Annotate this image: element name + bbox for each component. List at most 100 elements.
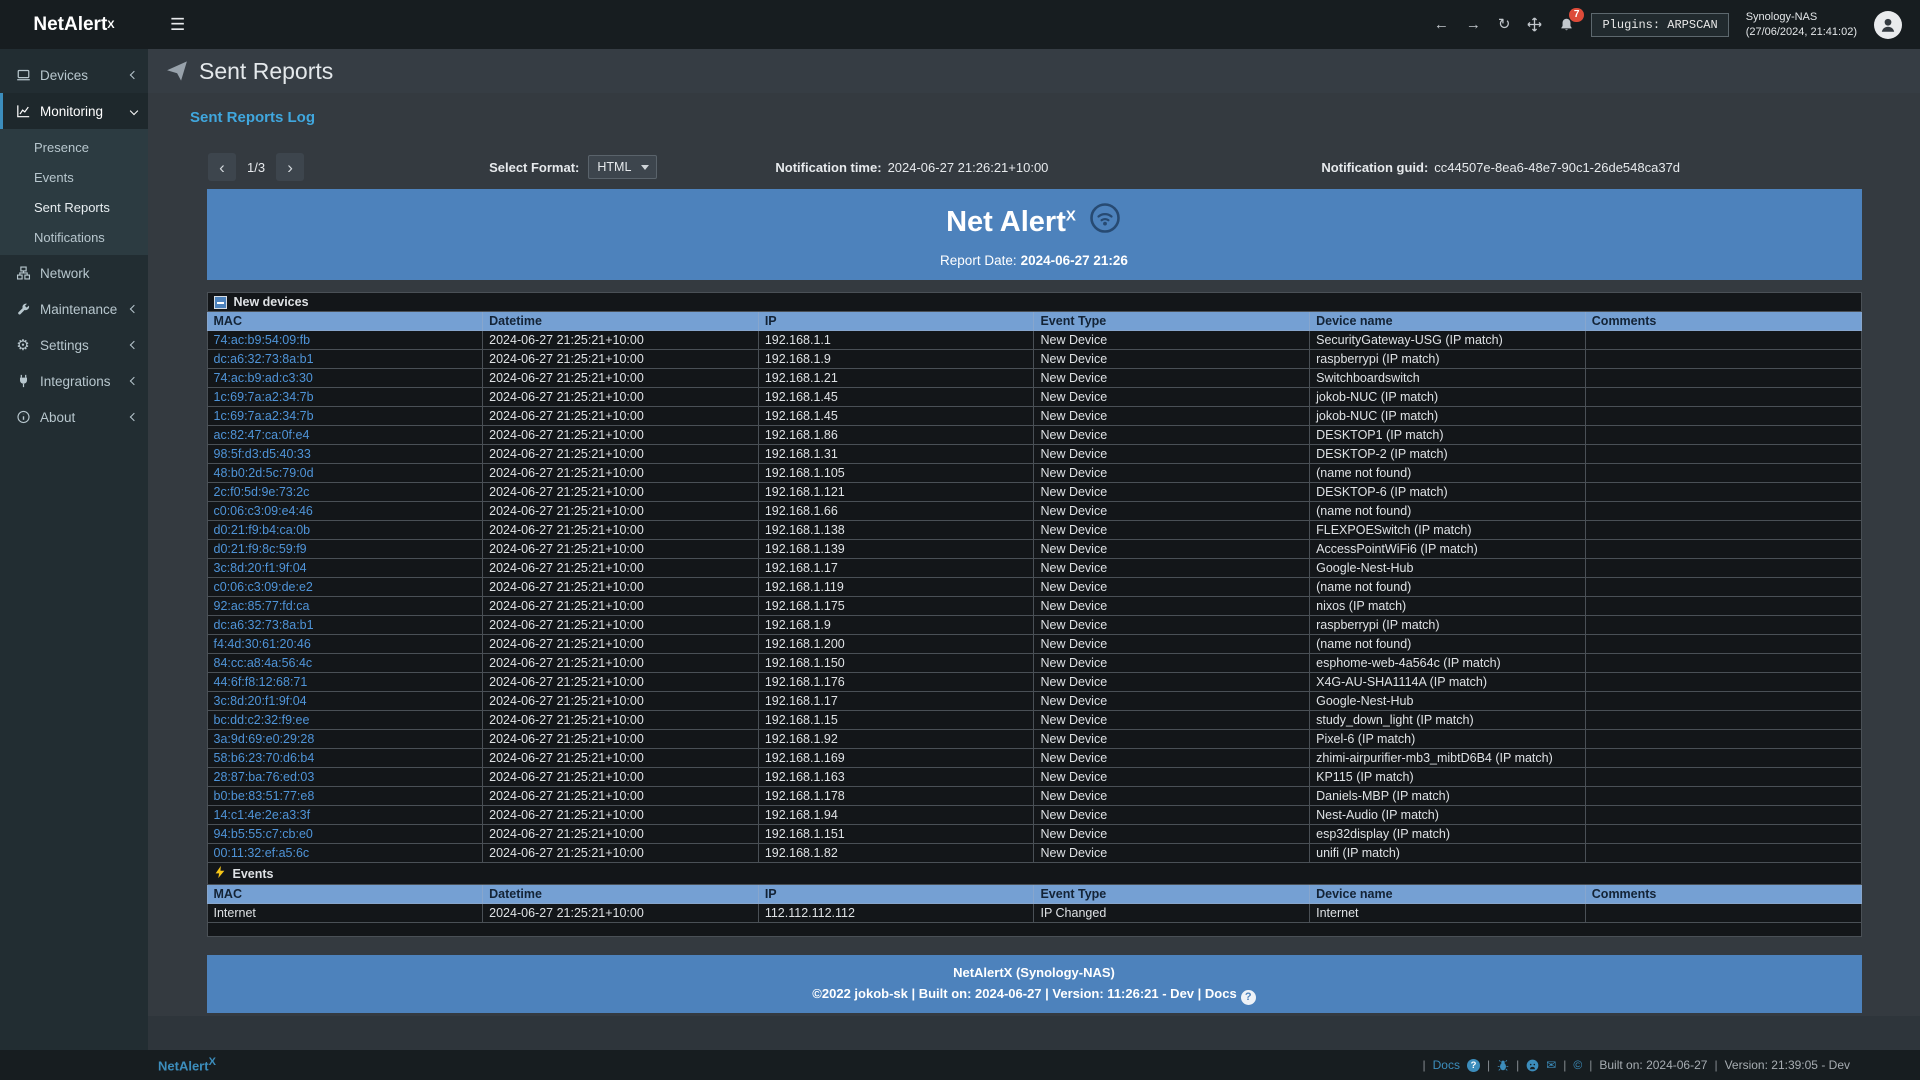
events-body: Internet2024-06-27 21:25:21+10:00112.112… [207,904,1861,923]
plugins-badge[interactable]: Plugins: ARPSCAN [1591,13,1728,37]
notification-guid: Notification guid:cc44507e-8ea6-48e7-90c… [1321,160,1680,175]
cell: 2024-06-27 21:25:21+10:00 [483,350,759,369]
github-icon[interactable] [1526,1059,1539,1072]
table-row: dc:a6:32:73:8a:b12024-06-27 21:25:21+10:… [207,350,1861,369]
cell: 2024-06-27 21:25:21+10:00 [483,673,759,692]
forward-icon[interactable]: → [1466,17,1481,32]
column-header: Datetime [483,312,759,331]
format-select[interactable]: HTML [588,155,657,179]
mac-cell[interactable]: b0:be:83:51:77:e8 [207,787,483,806]
events-section-row: Events [207,863,1861,885]
page-title: Sent Reports [199,58,333,85]
main-content: Sent Reports Sent Reports Log ‹ 1/3 › Se… [148,49,1920,1050]
sidebar-item-events[interactable]: Events [0,162,148,192]
mac-cell[interactable]: 74:ac:b9:ad:c3:30 [207,369,483,388]
mac-cell[interactable]: 2c:f0:5d:9e:73:2c [207,483,483,502]
cell: New Device [1034,502,1310,521]
mac-cell[interactable]: 1c:69:7a:a2:34:7b [207,388,483,407]
cell: KP115 (IP match) [1310,768,1586,787]
table-row: 44:6f:f8:12:68:712024-06-27 21:25:21+10:… [207,673,1861,692]
sidebar-item-notifications[interactable]: Notifications [0,222,148,252]
cell: New Device [1034,768,1310,787]
sidebar-item-devices[interactable]: Devices [0,57,148,93]
mac-cell[interactable]: 92:ac:85:77:fd:ca [207,597,483,616]
sidebar-item-monitoring[interactable]: Monitoring [0,93,148,129]
mac-cell[interactable]: d0:21:f9:8c:59:f9 [207,540,483,559]
sidebar-item-label: Integrations [40,374,111,389]
cell: 192.168.1.9 [758,350,1034,369]
back-icon[interactable]: ← [1434,17,1449,32]
copyright-icon[interactable]: © [1573,1058,1582,1072]
cell: Google-Nest-Hub [1310,692,1586,711]
mac-cell[interactable]: 74:ac:b9:54:09:fb [207,331,483,350]
mac-cell[interactable]: ac:82:47:ca:0f:e4 [207,426,483,445]
cell: 2024-06-27 21:25:21+10:00 [483,825,759,844]
sidebar-item-about[interactable]: About [0,399,148,435]
section-title: New devices [234,295,309,309]
notification-time: Notification time:2024-06-27 21:26:21+10… [775,160,1048,175]
sidebar-item-settings[interactable]: ⚙ Settings [0,327,148,363]
monitoring-icon [15,104,31,118]
mac-cell[interactable]: dc:a6:32:73:8a:b1 [207,616,483,635]
sidebar-item-sent-reports[interactable]: Sent Reports [0,192,148,222]
paper-plane-icon [166,60,188,82]
mac-cell[interactable]: 28:87:ba:76:ed:03 [207,768,483,787]
mac-cell[interactable]: 44:6f:f8:12:68:71 [207,673,483,692]
move-icon[interactable] [1527,17,1542,32]
mac-cell[interactable]: c0:06:c3:09:de:e2 [207,578,483,597]
cell: 192.168.1.92 [758,730,1034,749]
cell: 2024-06-27 21:25:21+10:00 [483,904,759,923]
host-time: (27/06/2024, 21:41:02) [1746,25,1857,39]
cell [1585,787,1861,806]
cell [1585,540,1861,559]
envelope-icon[interactable]: ✉ [1546,1058,1556,1072]
mac-cell[interactable]: 1c:69:7a:a2:34:7b [207,407,483,426]
help-glyph: ? [1471,1060,1477,1071]
mac-cell[interactable]: Internet [207,904,483,923]
sidebar-item-presence[interactable]: Presence [0,132,148,162]
docs-link[interactable]: Docs [1433,1058,1460,1072]
mac-cell[interactable]: 14:c1:4e:2e:a3:3f [207,806,483,825]
cell: study_down_light (IP match) [1310,711,1586,730]
bug-report-icon[interactable] [1497,1059,1509,1071]
sent-reports-log-link[interactable]: Sent Reports Log [190,109,315,126]
footer-brand-link[interactable]: NetAlertX [158,1056,216,1073]
mac-cell[interactable]: 58:b6:23:70:d6:b4 [207,749,483,768]
user-avatar[interactable] [1874,11,1902,39]
devices-icon [15,68,31,82]
chevron-left-icon [130,377,138,385]
column-header-row: MACDatetimeIPEvent TypeDevice nameCommen… [207,312,1861,331]
mac-cell[interactable]: 3c:8d:20:f1:9f:04 [207,559,483,578]
mac-cell[interactable]: 3a:9d:69:e0:29:28 [207,730,483,749]
mac-cell[interactable]: 98:5f:d3:d5:40:33 [207,445,483,464]
cell: 2024-06-27 21:25:21+10:00 [483,502,759,521]
sidebar-item-integrations[interactable]: Integrations [0,363,148,399]
sidebar-item-label: Settings [40,338,89,353]
sidebar-item-maintenance[interactable]: Maintenance [0,291,148,327]
brand-logo[interactable]: NetAlertX [0,0,148,49]
mac-cell[interactable]: 94:b5:55:c7:cb:e0 [207,825,483,844]
mac-cell[interactable]: bc:dd:c2:32:f9:ee [207,711,483,730]
cell [1585,559,1861,578]
cell [1585,749,1861,768]
mac-cell[interactable]: d0:21:f9:b4:ca:0b [207,521,483,540]
mac-cell[interactable]: 00:11:32:ef:a5:6c [207,844,483,863]
mac-cell[interactable]: 48:b0:2d:5c:79:0d [207,464,483,483]
monitoring-submenu: Presence Events Sent Reports Notificatio… [0,129,148,255]
notifications-bell-icon[interactable]: 7 [1559,17,1574,33]
notification-count-badge: 7 [1569,8,1585,22]
mac-cell[interactable]: c0:06:c3:09:e4:46 [207,502,483,521]
sidebar-item-network[interactable]: Network [0,255,148,291]
column-header: IP [758,312,1034,331]
mac-cell[interactable]: dc:a6:32:73:8a:b1 [207,350,483,369]
mac-cell[interactable]: f4:4d:30:61:20:46 [207,635,483,654]
prev-page-button[interactable]: ‹ [208,153,236,181]
help-circle-icon[interactable]: ? [1467,1059,1480,1072]
next-page-button[interactable]: › [276,153,304,181]
sidebar-toggle-icon[interactable]: ☰ [170,15,185,35]
mac-cell[interactable]: 84:cc:a8:4a:56:4c [207,654,483,673]
refresh-icon[interactable]: ↻ [1498,17,1511,32]
mac-cell[interactable]: 3c:8d:20:f1:9f:04 [207,692,483,711]
column-header-row: MACDatetimeIPEvent TypeDevice nameCommen… [207,885,1861,904]
cell: 192.168.1.17 [758,692,1034,711]
